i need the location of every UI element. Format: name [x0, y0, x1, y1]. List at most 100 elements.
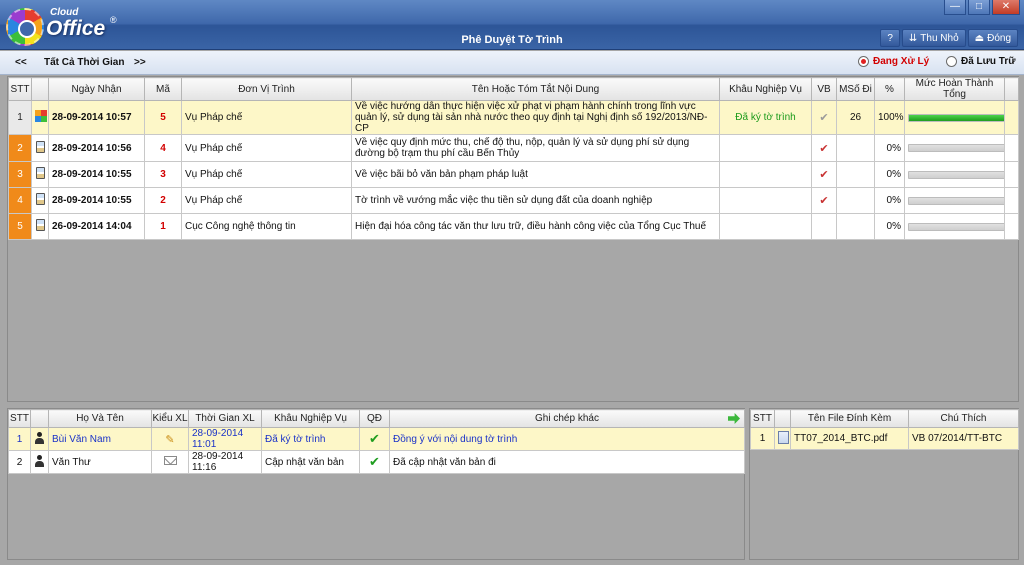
window-title: Phê Duyệt Tờ Trình	[461, 34, 563, 46]
row-pct: 0%	[874, 187, 905, 214]
col-msodi[interactable]: MSố Đi	[836, 77, 875, 101]
col-spacer	[1004, 77, 1019, 101]
close-button[interactable]: ⏏ Đóng	[967, 29, 1018, 47]
row-spacer	[1004, 161, 1019, 188]
title-bar: Cloud Office ® Phê Duyệt Tờ Trình — □ ✕ …	[0, 0, 1024, 50]
row-stage	[719, 161, 812, 188]
table-row[interactable]: 4 28-09-2014 10:55 2 Vụ Pháp chế Tờ trình về…	[8, 187, 1019, 214]
acol-stt[interactable]: STT	[750, 409, 775, 428]
help-button[interactable]: ?	[880, 29, 900, 47]
acol-note[interactable]: Chú Thích	[908, 409, 1019, 428]
row-content: Về việc quy định mức thu, chế độ thu, nộ…	[351, 134, 720, 162]
pcol-time[interactable]: Thời Gian XL	[188, 409, 262, 428]
col-progress[interactable]: Mức Hoàn Thành Tổng	[904, 77, 1005, 101]
table-row[interactable]: 3 28-09-2014 10:55 3 Vụ Pháp chế Về việc bãi…	[8, 161, 1019, 188]
table-row[interactable]: 5 26-09-2014 14:04 1 Cục Công nghệ thông ti…	[8, 213, 1019, 240]
row-progress-cell	[904, 100, 1005, 135]
check-icon[interactable]: ✔	[819, 195, 828, 207]
row-stt: 2	[8, 134, 32, 162]
attach-grid: STT Tên File Đính Kèm Chú Thích 1 TT07_20…	[750, 409, 1019, 450]
col-content[interactable]: Tên Hoặc Tóm Tắt Nội Dung	[351, 77, 720, 101]
next-range-button[interactable]: >>	[134, 57, 146, 68]
acol-file[interactable]: Tên File Đính Kèm	[790, 409, 909, 428]
app-status-icon	[35, 110, 47, 122]
col-stage[interactable]: Khâu Nghiệp Vụ	[719, 77, 812, 101]
check-icon: ✔	[369, 431, 380, 446]
pcol-name[interactable]: Họ Và Tên	[48, 409, 152, 428]
row-msodi	[836, 187, 875, 214]
prow-avatar-cell	[30, 450, 49, 474]
row-date: 28-09-2014 10:56	[48, 134, 145, 162]
row-code: 4	[144, 134, 182, 162]
row-date: 26-09-2014 14:04	[48, 213, 145, 240]
pcol-type[interactable]: Kiểu XL	[151, 409, 189, 428]
prow-type-cell	[151, 450, 189, 474]
table-row[interactable]: 1 TT07_2014_BTC.pdf VB 07/2014/TT-BTC	[750, 427, 1019, 450]
minimize-button[interactable]: ⇊ Thu Nhỏ	[901, 29, 966, 47]
progress-bar	[908, 113, 1004, 122]
arow-note: VB 07/2014/TT-BTC	[908, 427, 1019, 450]
row-content: Về việc hướng dẫn thực hiện việc xử phạt…	[351, 100, 720, 135]
envelope-icon	[163, 456, 177, 465]
hourglass-icon	[35, 193, 45, 205]
radio-processing[interactable]: Đang Xử Lý	[858, 56, 929, 67]
col-date[interactable]: Ngày Nhận	[48, 77, 145, 101]
window-minimize-button[interactable]: —	[944, 0, 966, 15]
check-icon: ✔	[369, 454, 380, 469]
prow-type-cell: ✎	[151, 427, 189, 451]
progress-fill	[909, 114, 1004, 121]
prow-stage: Cập nhật văn bản	[261, 450, 360, 474]
col-stt[interactable]: STT	[8, 77, 32, 101]
col-icon	[31, 77, 49, 101]
row-stt: 4	[8, 187, 32, 214]
row-msodi	[836, 213, 875, 240]
row-vb-cell: ✔	[811, 100, 837, 135]
row-date: 28-09-2014 10:55	[48, 161, 145, 188]
row-stt: 3	[8, 161, 32, 188]
time-range-label[interactable]: Tất Cả Thời Gian	[44, 57, 124, 68]
col-code[interactable]: Mã	[144, 77, 182, 101]
row-code: 5	[144, 100, 182, 135]
col-pct[interactable]: %	[874, 77, 905, 101]
col-unit[interactable]: Đơn Vị Trình	[181, 77, 352, 101]
window-close-button[interactable]: ✕	[992, 0, 1020, 15]
radio-processing-dot	[858, 56, 869, 67]
pcol-qd[interactable]: QĐ	[359, 409, 390, 428]
row-stt: 1	[8, 100, 32, 135]
arrow-right-icon[interactable]	[728, 413, 740, 424]
col-vb[interactable]: VB	[811, 77, 837, 101]
filter-bar: << Tất Cả Thời Gian >> Đang Xử Lý Đã Lưu…	[0, 51, 1024, 75]
row-status-cell	[31, 213, 49, 240]
pcol-stt[interactable]: STT	[8, 409, 31, 428]
check-icon[interactable]: ✔	[819, 143, 828, 155]
main-grid-header: STT Ngày Nhận Mã Đơn Vị Trình Tên Hoặc T…	[8, 77, 1019, 101]
arow-stt: 1	[750, 427, 775, 450]
app-window: Cloud Office ® Phê Duyệt Tờ Trình — □ ✕ …	[0, 0, 1024, 565]
pcol-note[interactable]: Ghi chép khác	[389, 409, 745, 428]
row-vb-cell	[811, 213, 837, 240]
toolbar: ? ⇊ Thu Nhỏ ⏏ Đóng	[880, 29, 1018, 47]
pcol-stage[interactable]: Khâu Nghiệp Vụ	[261, 409, 360, 428]
row-pct: 0%	[874, 213, 905, 240]
prow-note: Đồng ý với nội dung tờ trình	[389, 427, 745, 451]
table-row[interactable]: 1 28-09-2014 10:57 5 Vụ Pháp chế Về việc hướ…	[8, 100, 1019, 135]
row-pct: 100%	[874, 100, 905, 135]
row-vb-cell: ✔	[811, 134, 837, 162]
row-content: Về việc bãi bỏ văn bản phạm pháp luật	[351, 161, 720, 188]
check-icon[interactable]: ✔	[819, 169, 828, 181]
row-unit: Vụ Pháp chế	[181, 100, 352, 135]
prev-range-button[interactable]: <<	[15, 57, 27, 68]
window-maximize-button[interactable]: □	[968, 0, 990, 15]
person-icon	[34, 431, 45, 444]
check-icon[interactable]: ✔	[819, 112, 828, 124]
row-content: Hiện đại hóa công tác văn thư lưu trữ, đ…	[351, 213, 720, 240]
radio-archived[interactable]: Đã Lưu Trữ	[946, 56, 1016, 67]
table-row[interactable]: 1 Bùi Văn Nam ✎ 28-09-2014 11:01 Đã ký tờ tr…	[8, 427, 745, 451]
pencil-icon: ✎	[165, 433, 175, 446]
prow-stt: 2	[8, 450, 31, 474]
table-row[interactable]: 2 28-09-2014 10:56 4 Vụ Pháp chế Về việc quy…	[8, 134, 1019, 162]
arow-file[interactable]: TT07_2014_BTC.pdf	[790, 427, 909, 450]
logo-reg-mark: ®	[110, 15, 117, 25]
table-row[interactable]: 2 Văn Thư 28-09-2014 11:16 Cập nhật văn bản…	[8, 450, 745, 474]
window-controls: — □ ✕	[944, 0, 1020, 15]
